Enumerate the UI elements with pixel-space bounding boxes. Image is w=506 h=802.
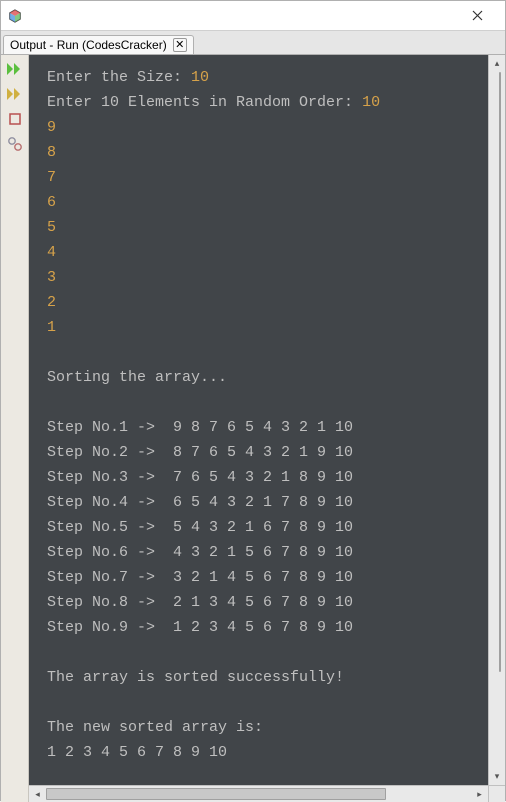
console-output[interactable]: Enter the Size: 10 Enter 10 Elements in … <box>29 55 505 802</box>
app-icon <box>7 8 23 24</box>
console-panel: Enter the Size: 10 Enter 10 Elements in … <box>29 55 505 802</box>
scroll-left-arrow-icon[interactable]: ◂ <box>29 786 46 802</box>
close-button[interactable] <box>457 2 497 30</box>
body-area: Enter the Size: 10 Enter 10 Elements in … <box>1 55 505 802</box>
gear-button[interactable] <box>4 133 26 155</box>
scroll-corner <box>488 785 505 802</box>
vscroll-thumb[interactable] <box>499 72 501 672</box>
tab-label: Output - Run (CodesCracker) <box>10 38 167 52</box>
scroll-down-arrow-icon[interactable]: ▾ <box>489 768 505 785</box>
run-all-button[interactable] <box>4 58 26 80</box>
tab-close-icon[interactable]: ✕ <box>173 38 187 52</box>
scroll-up-arrow-icon[interactable]: ▴ <box>489 55 505 72</box>
vertical-scrollbar[interactable]: ▴ ▾ <box>488 55 505 785</box>
titlebar <box>1 1 505 31</box>
tab-output[interactable]: Output - Run (CodesCracker) ✕ <box>3 35 194 54</box>
left-gutter <box>1 55 29 802</box>
scroll-right-arrow-icon[interactable]: ▸ <box>471 786 488 802</box>
stop-button[interactable] <box>4 108 26 130</box>
tab-bar: Output - Run (CodesCracker) ✕ <box>1 31 505 55</box>
run-button[interactable] <box>4 83 26 105</box>
horizontal-scrollbar[interactable]: ◂ ▸ <box>29 785 488 802</box>
hscroll-thumb[interactable] <box>46 788 386 800</box>
hscroll-track[interactable] <box>46 786 471 802</box>
